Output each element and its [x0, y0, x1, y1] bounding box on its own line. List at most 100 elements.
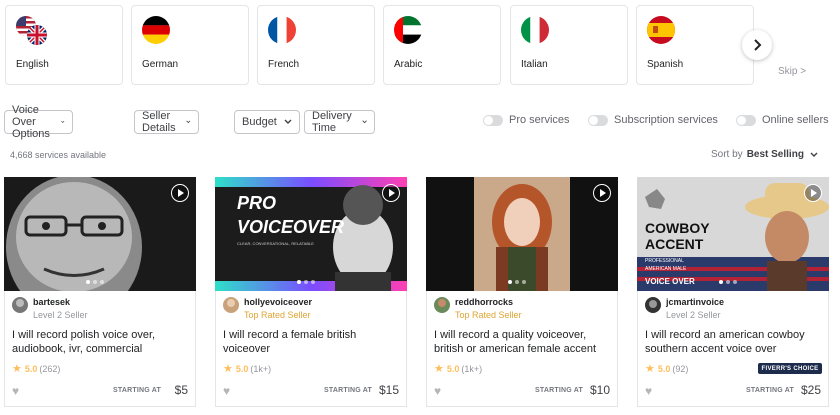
filter-delivery-time[interactable]: Delivery Time [304, 110, 375, 134]
seller-name[interactable]: bartesek [33, 297, 70, 307]
toggle-switch[interactable] [588, 114, 608, 126]
gig-card[interactable]: PRO VOICEOVER CLEAR, CONVERSATIONAL, REL… [215, 177, 407, 407]
rating-count: (1k+) [250, 363, 272, 374]
price: $10 [589, 383, 610, 397]
gig-thumbnail[interactable]: PRO VOICEOVER CLEAR, CONVERSATIONAL, REL… [215, 177, 407, 291]
rating-score: 5.0 [24, 363, 38, 374]
seller-level: Level 2 Seller [33, 310, 88, 320]
heart-icon[interactable]: ♥ [434, 384, 441, 398]
filter-label: Budget [242, 116, 277, 128]
star-icon: ★ [645, 363, 655, 375]
seller-level: Top Rated Seller [455, 310, 522, 320]
gig-image [426, 177, 618, 291]
gig-thumbnail[interactable]: COWBOY ACCENT PROFESSIONAL AMERICAN MALE… [637, 177, 829, 291]
filter-label: Voice Over Options [12, 104, 50, 140]
seller-level: Top Rated Seller [244, 310, 311, 320]
gig-title[interactable]: I will record polish voice over, audiobo… [12, 328, 194, 356]
sort-dropdown[interactable]: Sort by Best Selling [711, 149, 818, 160]
avatar[interactable] [645, 297, 661, 313]
gig-card[interactable]: COWBOY ACCENT PROFESSIONAL AMERICAN MALE… [637, 177, 829, 407]
gig-title[interactable]: I will record a quality voiceover, briti… [434, 328, 616, 356]
language-card-english[interactable]: English [5, 5, 123, 85]
chevron-right-icon [754, 39, 762, 51]
filter-label: Delivery Time [312, 110, 352, 134]
filter-budget[interactable]: Budget [234, 110, 300, 134]
thumb-text-professional: PROFESSIONAL [645, 258, 684, 264]
chevron-down-icon [361, 120, 367, 124]
italy-flag-icon [521, 16, 549, 44]
thumb-text-voice-over: VOICE OVER [645, 277, 695, 286]
play-icon[interactable] [382, 184, 400, 202]
image-dots [297, 280, 315, 284]
filter-voice-over-options[interactable]: Voice Over Options [4, 104, 73, 140]
language-label: Spanish [647, 59, 684, 70]
rating: ★ 5.0 (1k+) [434, 362, 482, 375]
starting-at-label: STARTING AT [324, 387, 372, 394]
sort-prefix: Sort by [711, 149, 743, 160]
seller-name[interactable]: hollyevoiceover [244, 297, 312, 307]
thumb-text-voiceover: VOICEOVER [237, 217, 344, 237]
language-card-french[interactable]: French [257, 5, 375, 85]
price: $25 [800, 383, 821, 397]
gig-card[interactable]: reddhorrocks Top Rated Seller I will rec… [426, 177, 618, 407]
toggle-switch[interactable] [736, 114, 756, 126]
chevron-down-icon [810, 152, 818, 157]
chevron-down-icon [61, 120, 65, 123]
filter-seller-details[interactable]: Seller Details [134, 110, 199, 134]
gig-thumbnail[interactable] [4, 177, 196, 291]
starting-at-label: STARTING AT [113, 387, 161, 394]
toggle-label: Subscription services [614, 114, 718, 126]
play-icon[interactable] [804, 184, 822, 202]
starting-at-label: STARTING AT [535, 387, 583, 394]
language-label: French [268, 59, 300, 70]
language-card-german[interactable]: German [131, 5, 249, 85]
fiverrs-choice-badge: FIVERR'S CHOICE [758, 363, 822, 374]
heart-icon[interactable]: ♥ [645, 384, 652, 398]
star-icon: ★ [12, 363, 22, 375]
heart-icon[interactable]: ♥ [12, 384, 19, 398]
language-label: Italian [521, 59, 548, 70]
language-label: English [16, 59, 49, 70]
seller-name[interactable]: jcmartinvoice [666, 297, 724, 307]
gig-title[interactable]: I will record an american cowboy souther… [645, 328, 827, 356]
language-card-spanish[interactable]: Spanish [636, 5, 754, 85]
image-dots [719, 280, 737, 284]
play-icon[interactable] [171, 184, 189, 202]
rating-count: (262) [39, 363, 61, 374]
toggle-online-sellers[interactable]: Online sellers [736, 114, 829, 126]
avatar[interactable] [434, 297, 450, 313]
rating-count: (1k+) [461, 363, 483, 374]
rating: ★ 5.0 (1k+) [223, 362, 271, 375]
language-label: Arabic [394, 59, 423, 70]
image-dots [508, 280, 526, 284]
play-icon[interactable] [593, 184, 611, 202]
heart-icon[interactable]: ♥ [223, 384, 230, 398]
language-card-arabic[interactable]: Arabic [383, 5, 501, 85]
star-icon: ★ [223, 363, 233, 375]
thumb-text-cowboy: COWBOY [645, 220, 710, 236]
us-uk-flag-icon [16, 16, 47, 45]
language-card-italian[interactable]: Italian [510, 5, 628, 85]
spain-flag-icon [647, 16, 675, 44]
results-count: 4,668 services available [10, 150, 107, 160]
toggle-pro-services[interactable]: Pro services [483, 114, 570, 126]
toggle-switch[interactable] [483, 114, 503, 126]
seller-level: Level 2 Seller [666, 310, 721, 320]
gig-card[interactable]: bartesek Level 2 Seller I will record po… [4, 177, 196, 407]
language-label: German [142, 59, 179, 70]
seller-name[interactable]: reddhorrocks [455, 297, 513, 307]
image-dots [86, 280, 104, 284]
avatar[interactable] [12, 297, 28, 313]
avatar[interactable] [223, 297, 239, 313]
toggle-subscription-services[interactable]: Subscription services [588, 114, 718, 126]
gig-title[interactable]: I will record a female british voiceover [223, 328, 405, 356]
thumb-text-tagline: CLEAR, CONVERSATIONAL, RELATABLE [237, 241, 314, 246]
chevron-down-icon [284, 119, 292, 124]
starting-at-label: STARTING AT [746, 387, 794, 394]
carousel-next-button[interactable] [742, 30, 772, 60]
filter-label: Seller Details [142, 110, 176, 134]
gig-image: PRO VOICEOVER CLEAR, CONVERSATIONAL, REL… [215, 177, 407, 291]
toggle-label: Pro services [509, 114, 570, 126]
gig-thumbnail[interactable] [426, 177, 618, 291]
skip-link[interactable]: Skip > [778, 66, 806, 77]
